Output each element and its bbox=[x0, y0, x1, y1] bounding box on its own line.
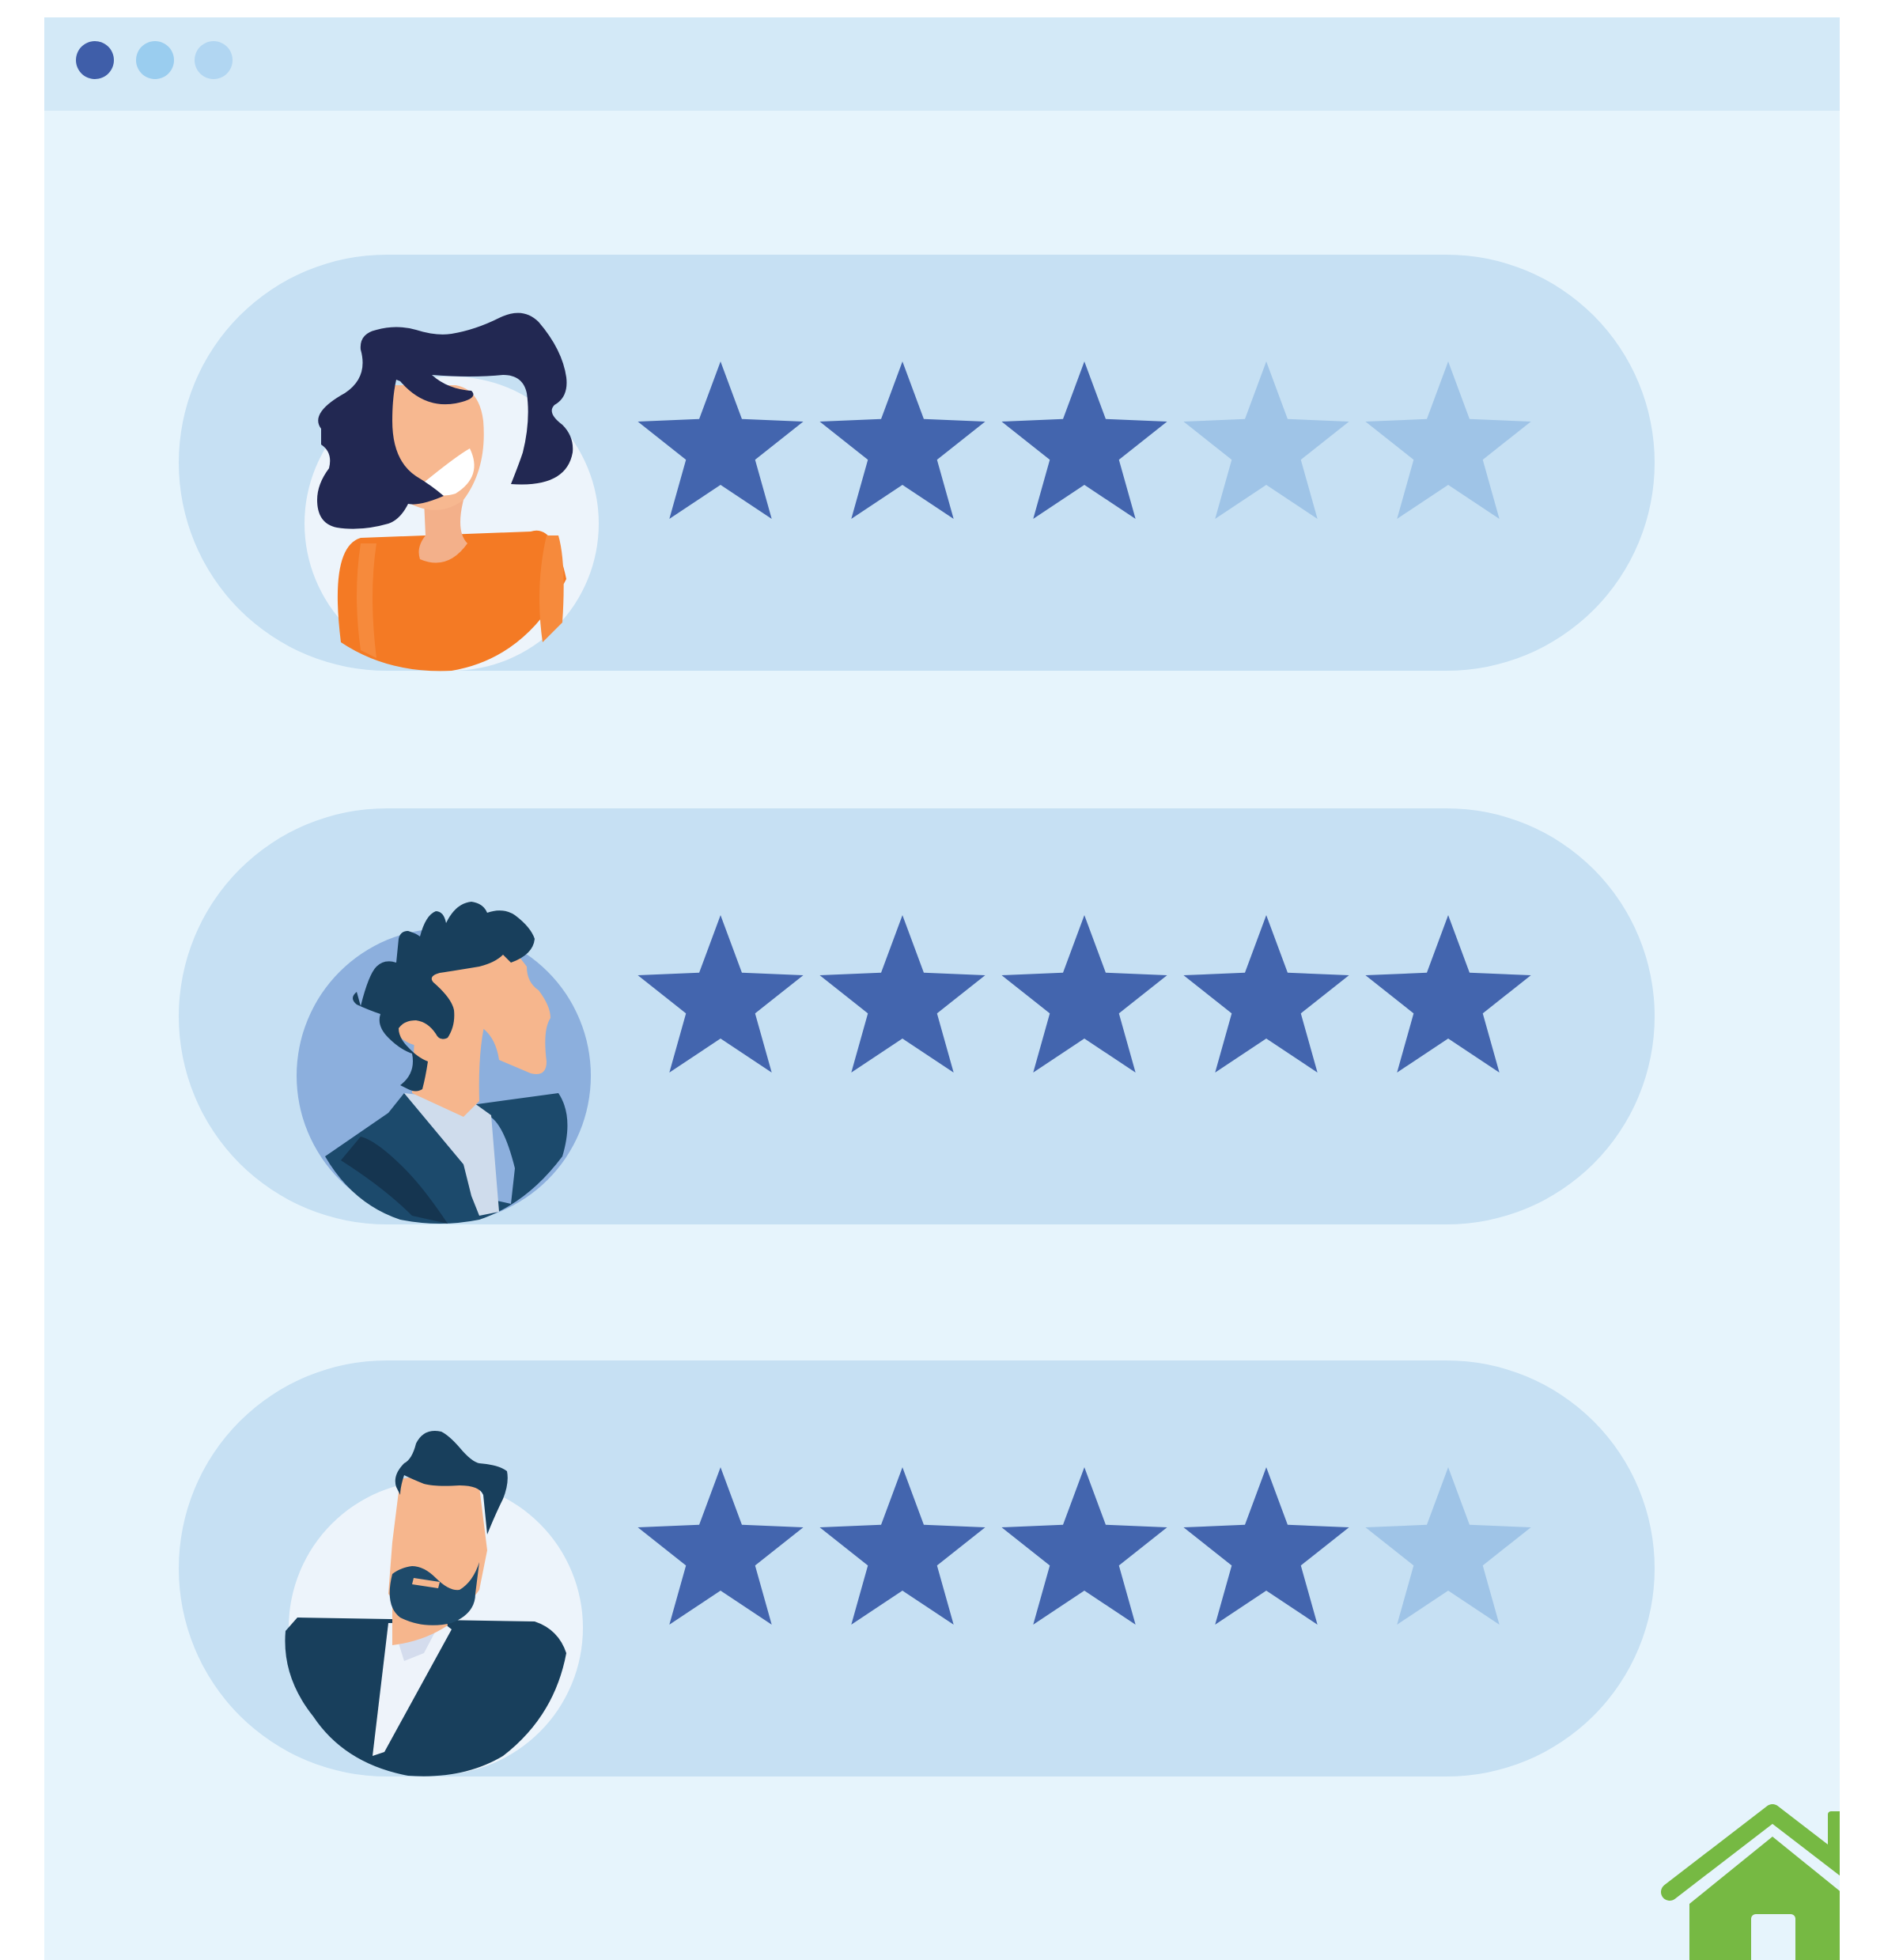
star-filled-icon[interactable] bbox=[637, 361, 804, 519]
star-rating[interactable] bbox=[630, 358, 1602, 524]
bearded-man-avatar bbox=[242, 1416, 590, 1780]
star-filled-icon[interactable] bbox=[819, 1467, 986, 1625]
star-filled-icon[interactable] bbox=[819, 361, 986, 519]
star-filled-icon[interactable] bbox=[1365, 915, 1531, 1073]
house-logo bbox=[1658, 1773, 1840, 1960]
star-filled-icon[interactable] bbox=[1001, 915, 1167, 1073]
star-filled-icon[interactable] bbox=[637, 1467, 804, 1625]
window-maximize-button[interactable] bbox=[195, 41, 233, 79]
title-bar bbox=[44, 17, 1840, 111]
star-rating[interactable] bbox=[630, 911, 1602, 1077]
window-minimize-button[interactable] bbox=[136, 41, 174, 79]
star-filled-icon[interactable] bbox=[1001, 1467, 1167, 1625]
star-filled-icon[interactable] bbox=[1183, 915, 1349, 1073]
star-empty-icon[interactable] bbox=[1365, 361, 1531, 519]
window-close-button[interactable] bbox=[76, 41, 114, 79]
house-icon bbox=[1661, 1804, 1840, 1960]
star-filled-icon[interactable] bbox=[819, 915, 986, 1073]
star-filled-icon[interactable] bbox=[1183, 1467, 1349, 1625]
review-card bbox=[179, 808, 1655, 1224]
star-empty-icon[interactable] bbox=[1365, 1467, 1531, 1625]
star-filled-icon[interactable] bbox=[1001, 361, 1167, 519]
young-man-avatar bbox=[242, 864, 591, 1228]
star-rating[interactable] bbox=[630, 1463, 1602, 1629]
review-card bbox=[179, 1360, 1655, 1776]
star-empty-icon[interactable] bbox=[1183, 361, 1349, 519]
woman-avatar bbox=[242, 310, 599, 674]
review-card bbox=[179, 255, 1655, 674]
star-filled-icon[interactable] bbox=[637, 915, 804, 1073]
browser-window bbox=[44, 17, 1840, 1960]
